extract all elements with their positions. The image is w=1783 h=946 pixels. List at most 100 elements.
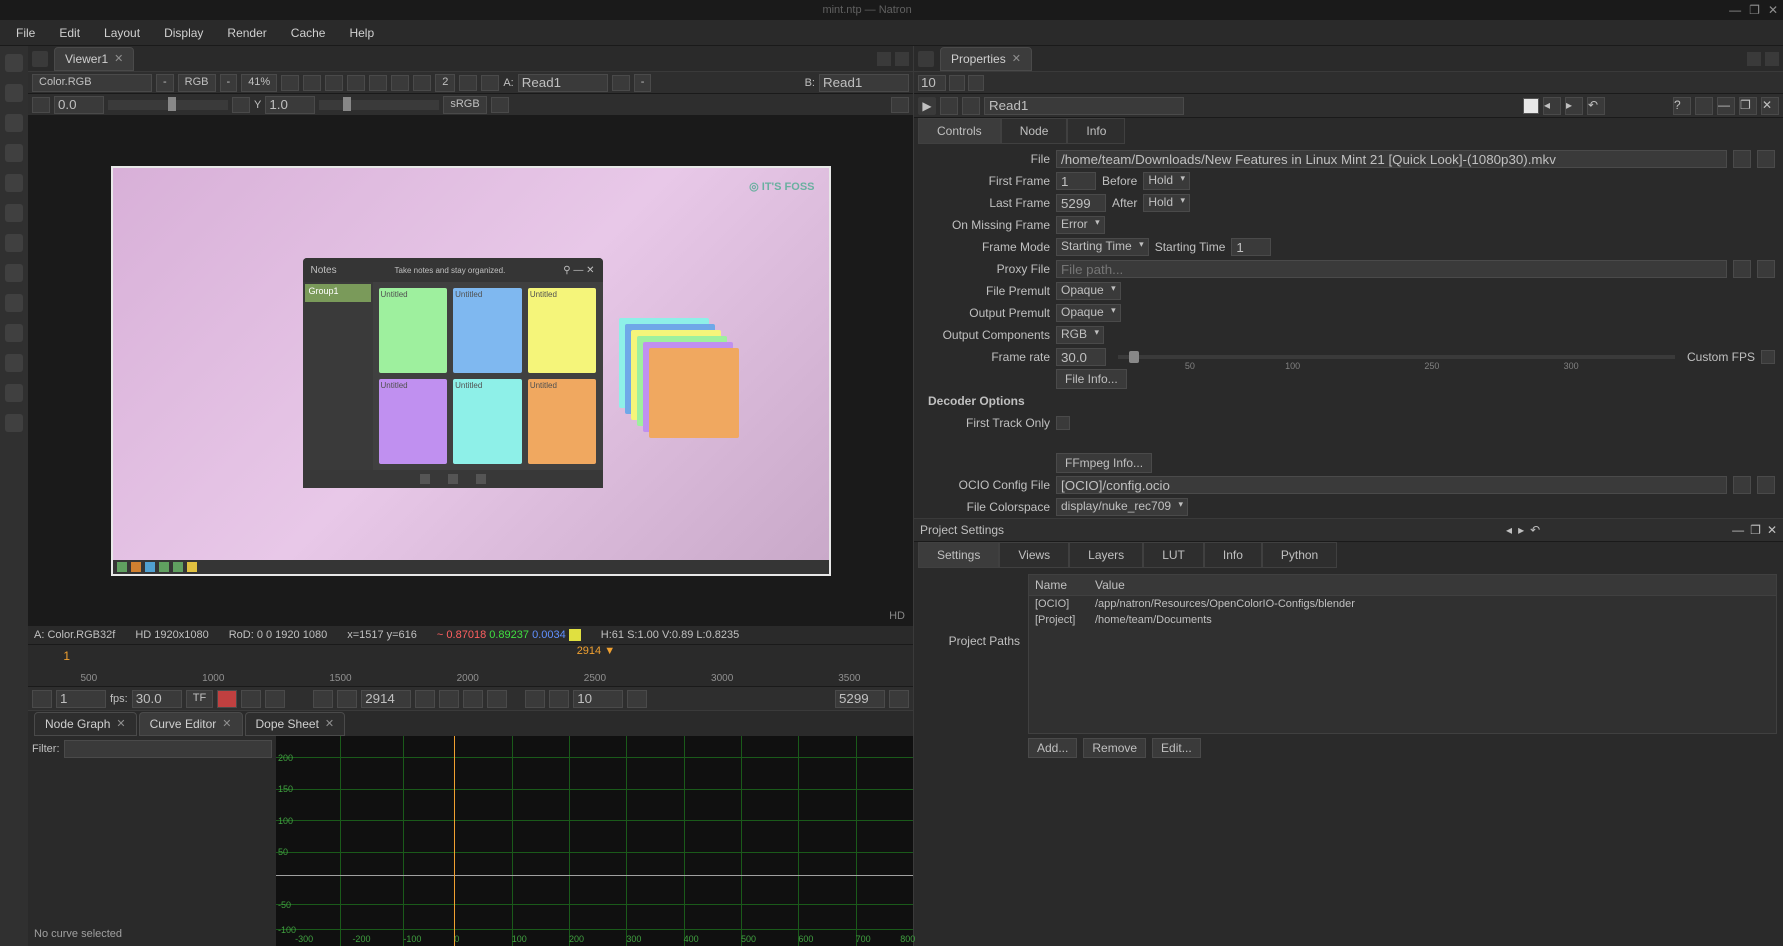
save-icon[interactable] — [265, 690, 285, 708]
y-input[interactable] — [265, 96, 315, 114]
file-browse-icon[interactable] — [1733, 150, 1751, 168]
undo-icon[interactable]: ↶ — [1530, 523, 1540, 537]
close-icon[interactable]: ✕ — [114, 52, 123, 65]
tool-roto[interactable] — [5, 114, 23, 132]
tool-shape[interactable] — [5, 174, 23, 192]
before-select[interactable]: Hold — [1143, 172, 1190, 190]
a-input[interactable] — [518, 74, 608, 92]
tool-star[interactable] — [5, 414, 23, 432]
play-icon[interactable]: ▶ — [918, 97, 936, 115]
output-premult-select[interactable]: Opaque — [1056, 304, 1121, 322]
channel-select[interactable]: RGB — [178, 74, 216, 92]
proxy-file-input[interactable] — [1056, 260, 1727, 278]
ocio-config-input[interactable] — [1056, 476, 1727, 494]
add-button[interactable]: Add... — [1028, 738, 1077, 758]
set-in-icon[interactable] — [32, 690, 52, 708]
tab-properties[interactable]: Properties ✕ — [940, 47, 1032, 71]
full-frame-icon[interactable] — [347, 75, 365, 91]
y-slider[interactable] — [319, 100, 439, 110]
gamma-slider[interactable] — [108, 100, 228, 110]
play-forward-icon[interactable] — [415, 690, 435, 708]
alpha-select[interactable]: - — [156, 74, 174, 92]
close-panel-icon[interactable] — [895, 52, 909, 66]
fps-input[interactable] — [132, 690, 182, 708]
minimize-panels-icon[interactable] — [968, 75, 984, 91]
tab-settings[interactable]: Settings — [918, 542, 999, 568]
current-frame-input[interactable] — [361, 690, 411, 708]
minimize-icon[interactable]: — — [1729, 3, 1741, 17]
file-reload-icon[interactable] — [1757, 150, 1775, 168]
ocio-reload-icon[interactable] — [1757, 476, 1775, 494]
menu-help[interactable]: Help — [337, 22, 386, 44]
step-back2-icon[interactable] — [549, 690, 569, 708]
tool-other[interactable] — [5, 384, 23, 402]
maximize-icon[interactable]: ❐ — [1750, 523, 1761, 537]
close-icon[interactable]: ✕ — [325, 717, 334, 730]
minimize-icon[interactable]: — — [1732, 523, 1744, 537]
customfps-checkbox[interactable] — [1761, 350, 1775, 364]
tool-views[interactable] — [5, 354, 23, 372]
ocio-browse-icon[interactable] — [1733, 476, 1751, 494]
center-node-icon[interactable] — [940, 97, 958, 115]
tool-tracker[interactable] — [5, 144, 23, 162]
close-icon[interactable]: ✕ — [222, 717, 231, 730]
output-components-select[interactable]: RGB — [1056, 326, 1104, 344]
proxy-browse-icon[interactable] — [1733, 260, 1751, 278]
tab-views[interactable]: Views — [999, 542, 1069, 568]
prev-icon[interactable]: ◂ — [1506, 523, 1512, 537]
tab-dope-sheet[interactable]: Dope Sheet✕ — [245, 712, 346, 736]
record-icon[interactable] — [217, 690, 237, 708]
maximize-icon[interactable]: ❐ — [1739, 97, 1757, 115]
tab-curve-editor[interactable]: Curve Editor✕ — [139, 712, 243, 736]
menu-file[interactable]: File — [4, 22, 47, 44]
wipe-icon[interactable] — [612, 75, 630, 91]
pixel-ratio[interactable]: 2 — [435, 74, 455, 92]
gamma-input[interactable] — [54, 96, 104, 114]
tab-layers[interactable]: Layers — [1069, 542, 1143, 568]
roi-icon[interactable] — [369, 75, 387, 91]
clear-panels-icon[interactable] — [949, 75, 965, 91]
layer-select[interactable]: Color.RGB — [32, 74, 152, 92]
menu-cache[interactable]: Cache — [279, 22, 338, 44]
tool-merge[interactable] — [5, 294, 23, 312]
clip-icon[interactable] — [325, 75, 343, 91]
minimize-icon[interactable]: — — [1717, 97, 1735, 115]
first-track-checkbox[interactable] — [1056, 416, 1070, 430]
proxy-reload-icon[interactable] — [1757, 260, 1775, 278]
next-icon[interactable]: ▸ — [1518, 523, 1524, 537]
framemode-select[interactable]: Starting Time — [1056, 238, 1149, 256]
ffmpeg-info-button[interactable]: FFmpeg Info... — [1056, 453, 1152, 473]
tab-info[interactable]: Info — [1067, 118, 1125, 144]
tab-controls[interactable]: Controls — [918, 118, 1001, 144]
first-frame-input[interactable] — [1056, 172, 1096, 190]
framerate-slider[interactable]: 50 100 250 300 — [1118, 355, 1675, 359]
close-icon[interactable]: ✕ — [1767, 523, 1777, 537]
node-name-input[interactable] — [984, 97, 1184, 115]
float-icon[interactable] — [1747, 52, 1761, 66]
next-key-icon[interactable] — [487, 690, 507, 708]
tool-filter[interactable] — [5, 234, 23, 252]
refresh-icon[interactable] — [459, 75, 477, 91]
prev-node-icon[interactable]: ◂ — [1543, 97, 1561, 115]
pause-icon[interactable] — [481, 75, 499, 91]
in-frame-input[interactable] — [56, 690, 106, 708]
file-premult-select[interactable]: Opaque — [1056, 282, 1121, 300]
tab-node-graph[interactable]: Node Graph✕ — [34, 712, 137, 736]
undo-icon[interactable]: ↶ — [1587, 97, 1605, 115]
viewer-canvas[interactable]: ◎ IT'S FOSS NotesTake notes and stay org… — [28, 116, 913, 626]
framemode-input[interactable] — [1231, 238, 1271, 256]
last-frame-icon[interactable] — [439, 690, 459, 708]
play-back-icon[interactable] — [337, 690, 357, 708]
close-icon[interactable]: ✕ — [1012, 52, 1021, 65]
loop-icon[interactable] — [241, 690, 261, 708]
node-color-swatch[interactable] — [1523, 98, 1539, 114]
timeline[interactable]: 1 2914 ▼ 5001000 15002000 25003000 3500 — [28, 644, 913, 686]
menu-display[interactable]: Display — [152, 22, 215, 44]
wipe-mode[interactable]: - — [634, 74, 652, 92]
zoom-select[interactable]: 41% — [241, 74, 277, 92]
set-out-icon[interactable] — [889, 690, 909, 708]
out-frame-input[interactable] — [835, 690, 885, 708]
menu-layout[interactable]: Layout — [92, 22, 152, 44]
tool-brush[interactable] — [5, 84, 23, 102]
tool-keyer[interactable] — [5, 264, 23, 282]
